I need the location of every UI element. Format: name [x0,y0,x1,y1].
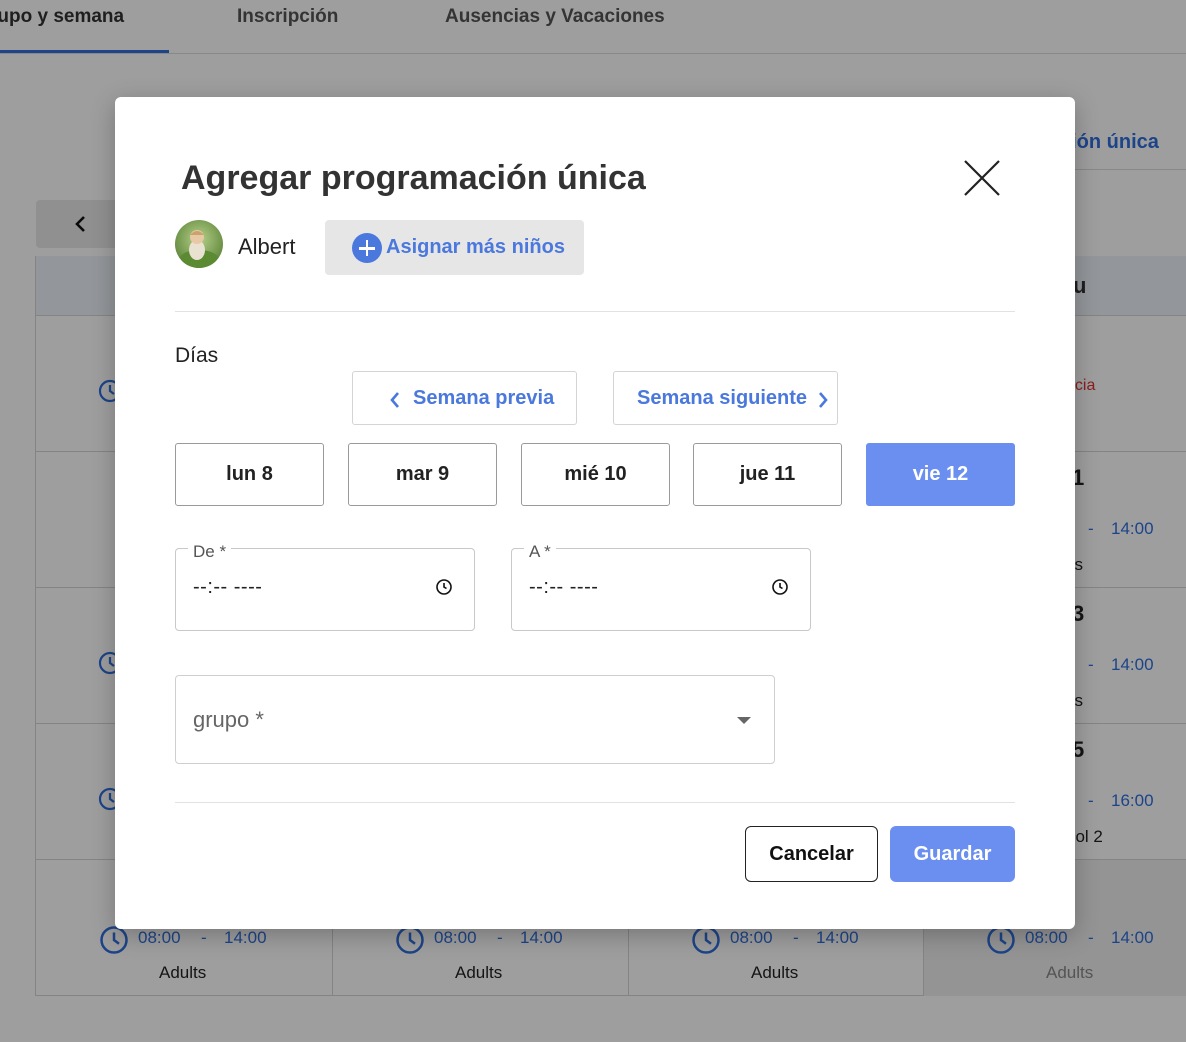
previous-week-button[interactable]: Semana previa [352,371,577,425]
child-name: Albert [238,234,296,259]
child-photo [175,220,223,268]
to-time-label: A * [524,542,556,562]
group-select-placeholder: grupo * [193,707,264,732]
day-button-wed[interactable]: mié 10 [521,443,670,506]
divider [175,311,1015,312]
clock-icon[interactable] [771,578,789,596]
days-label: Días [175,344,219,367]
plus-circle-icon [352,233,382,263]
close-icon [964,160,1000,196]
next-week-label: Semana siguiente [637,387,808,409]
close-button[interactable] [957,153,1007,203]
next-week-button[interactable]: Semana siguiente [613,371,838,425]
assign-more-children-label: Asignar más niños [386,236,565,258]
to-time-field[interactable]: A * --:-- ---- [511,542,811,631]
to-time-value: --:-- ---- [529,576,599,598]
cancel-button[interactable]: Cancelar [745,826,878,882]
chevron-right-icon [819,392,828,408]
from-time-label: De * [188,542,232,562]
save-button[interactable]: Guardar [890,826,1015,882]
chevron-left-icon [390,392,399,408]
from-time-field[interactable]: De * --:-- ---- [175,542,475,631]
caret-down-icon [737,717,751,724]
previous-week-label: Semana previa [413,387,555,409]
group-select[interactable]: grupo * [175,675,775,764]
clock-icon[interactable] [435,578,453,596]
day-button-tue[interactable]: mar 9 [348,443,497,506]
day-button-mon[interactable]: lun 8 [175,443,324,506]
assign-more-children-button[interactable]: Asignar más niños [325,220,584,275]
divider [175,802,1015,803]
day-button-thu[interactable]: jue 11 [693,443,842,506]
day-button-fri[interactable]: vie 12 [866,443,1015,506]
dialog-title: Agregar programación única [181,159,646,197]
avatar [175,220,223,268]
from-time-value: --:-- ---- [193,576,263,598]
add-single-schedule-dialog: Agregar programación única Albert Asigna… [115,97,1075,929]
